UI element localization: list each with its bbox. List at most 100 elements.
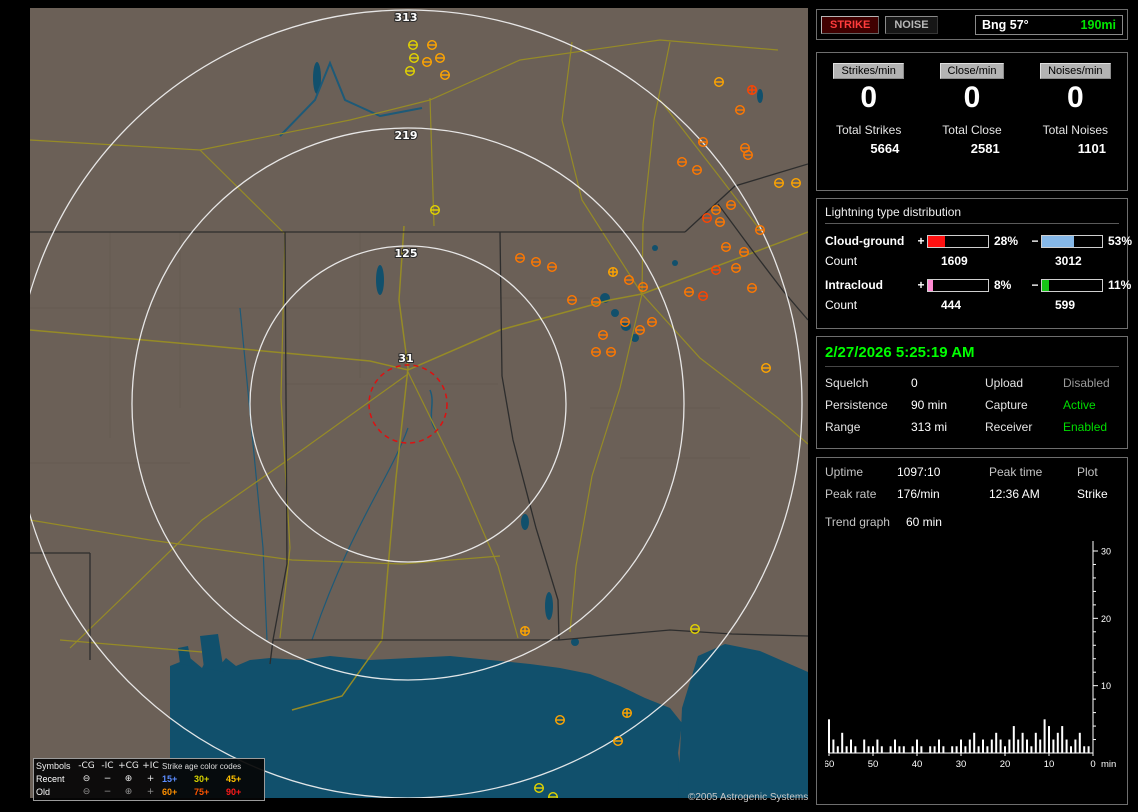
ic-count-row: Count 444 599 [825,298,1119,312]
persistence-label: Persistence [825,398,911,412]
svg-text:313: 313 [395,11,418,24]
noises-rate-column: Noises/min 0 Total Noises 1101 [1024,53,1127,190]
peak-rate-label: Peak rate [825,487,897,501]
bearing-range: 190mi [1081,18,1116,32]
noises-per-min-button[interactable]: Noises/min [1040,63,1110,79]
legend-symbols-title: Symbols [36,760,76,773]
svg-text:30: 30 [1101,547,1111,557]
cg-negative-count: 3012 [1029,254,1138,268]
close-per-min-button[interactable]: Close/min [940,63,1005,79]
age-15: 15+ [162,773,194,786]
ic-negative-count: 599 [1029,298,1138,312]
info-box: 2/27/2026 5:25:19 AM Squelch 0 Upload Di… [816,336,1128,449]
minus-sign: − [1029,234,1041,248]
ic-negative-bar [1041,279,1103,292]
separator [825,366,1119,367]
plot-value: Strike [1077,487,1119,501]
range-label: Range [825,420,911,434]
receiver-label: Receiver [985,420,1063,434]
trend-graph-window: 60 min [906,515,942,529]
cloud-ground-row: Cloud-ground + 28% − 53% [825,234,1119,248]
svg-text:10: 10 [1044,759,1055,770]
recent-pos-ic-icon: + [139,773,162,786]
persistence-value: 90 min [911,398,985,412]
svg-text:50: 50 [868,759,879,770]
intracloud-row: Intracloud + 8% − 11% [825,278,1119,292]
bearing-value: Bng 57° [982,18,1029,32]
minus-sign: − [1029,278,1041,292]
peak-time-label: Peak time [989,465,1077,479]
svg-text:31: 31 [398,352,413,365]
ic-positive-pct: 8% [989,278,1029,292]
old-neg-cg-icon: ⊖ [76,786,97,799]
svg-text:30: 30 [956,759,967,770]
strikes-per-min-button[interactable]: Strikes/min [833,63,903,79]
copyright-text: ©2005 Astrogenic Systems [688,792,808,803]
squelch-value: 0 [911,376,985,390]
svg-text:40: 40 [912,759,923,770]
total-noises-value: 1101 [1043,141,1108,156]
noise-mode-button[interactable]: NOISE [885,16,937,34]
intracloud-label: Intracloud [825,278,915,292]
cg-negative-pct: 53% [1103,234,1138,248]
age-45: 45+ [226,773,256,786]
plus-sign: + [915,278,927,292]
strikes-rate-column: Strikes/min 0 Total Strikes 5664 [817,53,920,190]
capture-state: Active [1063,398,1119,412]
svg-text:219: 219 [395,129,418,142]
legend-col-pos-ic: +IC [139,760,162,773]
cg-positive-bar [927,235,989,248]
map-canvas[interactable]: 313 219 125 31 [30,8,808,798]
uptime-value: 1097:10 [897,465,989,479]
datetime-display: 2/27/2026 5:25:19 AM [825,344,1119,361]
settings-grid: Squelch 0 Upload Disabled Persistence 90… [825,376,1119,434]
cloud-ground-label: Cloud-ground [825,234,915,248]
close-per-min-value: 0 [964,82,981,114]
cg-positive-count: 1609 [915,254,1029,268]
svg-text:60: 60 [825,759,834,770]
legend-row-recent: Recent [36,773,76,786]
age-30: 30+ [194,773,226,786]
upload-state: Disabled [1063,376,1119,390]
strike-mode-button[interactable]: STRIKE [821,16,879,34]
cg-count-row: Count 1609 3012 [825,254,1119,268]
total-close-label: Total Close [942,123,1001,137]
close-rate-column: Close/min 0 Total Close 2581 [920,53,1023,190]
total-strikes-value: 5664 [836,141,901,156]
age-90: 90+ [226,786,256,799]
trend-graph-label: Trend graph [825,515,890,529]
peak-time-value: 12:36 AM [989,487,1077,501]
cg-positive-pct: 28% [989,234,1029,248]
mode-box: STRIKE NOISE Bng 57° 190mi [816,9,1128,40]
strikes-per-min-value: 0 [860,82,877,114]
age-75: 75+ [194,786,226,799]
recent-pos-cg-icon: ⊕ [118,773,139,786]
cg-negative-bar [1041,235,1103,248]
uptime-label: Uptime [825,465,897,479]
svg-text:min: min [1101,759,1116,770]
total-noises-label: Total Noises [1043,123,1108,137]
status-grid: Uptime 1097:10 Peak time Plot Peak rate … [825,465,1119,501]
map-legend: Symbols -CG -IC +CG +IC Strike age color… [33,758,265,801]
cg-count-label: Count [825,254,915,268]
plus-sign: + [915,234,927,248]
svg-text:10: 10 [1101,681,1111,691]
peak-rate-value: 176/min [897,487,989,501]
squelch-label: Squelch [825,376,911,390]
distribution-title: Lightning type distribution [825,205,1119,224]
old-pos-cg-icon: ⊕ [118,786,139,799]
ic-positive-bar [927,279,989,292]
ic-count-label: Count [825,298,915,312]
svg-text:0: 0 [1090,759,1095,770]
status-box: Uptime 1097:10 Peak time Plot Peak rate … [816,457,1128,805]
strike-map[interactable]: 313 219 125 31 Symbols -CG -IC +CG +IC Stri… [30,8,808,798]
ic-positive-count: 444 [915,298,1029,312]
legend-col-neg-ic: -IC [97,760,118,773]
svg-text:125: 125 [395,247,418,260]
app-window: 313 219 125 31 Symbols -CG -IC +CG +IC Stri… [0,0,1138,812]
legend-col-pos-cg: +CG [118,760,139,773]
noises-per-min-value: 0 [1067,82,1084,114]
upload-label: Upload [985,376,1063,390]
total-strikes-label: Total Strikes [836,123,901,137]
age-60: 60+ [162,786,194,799]
